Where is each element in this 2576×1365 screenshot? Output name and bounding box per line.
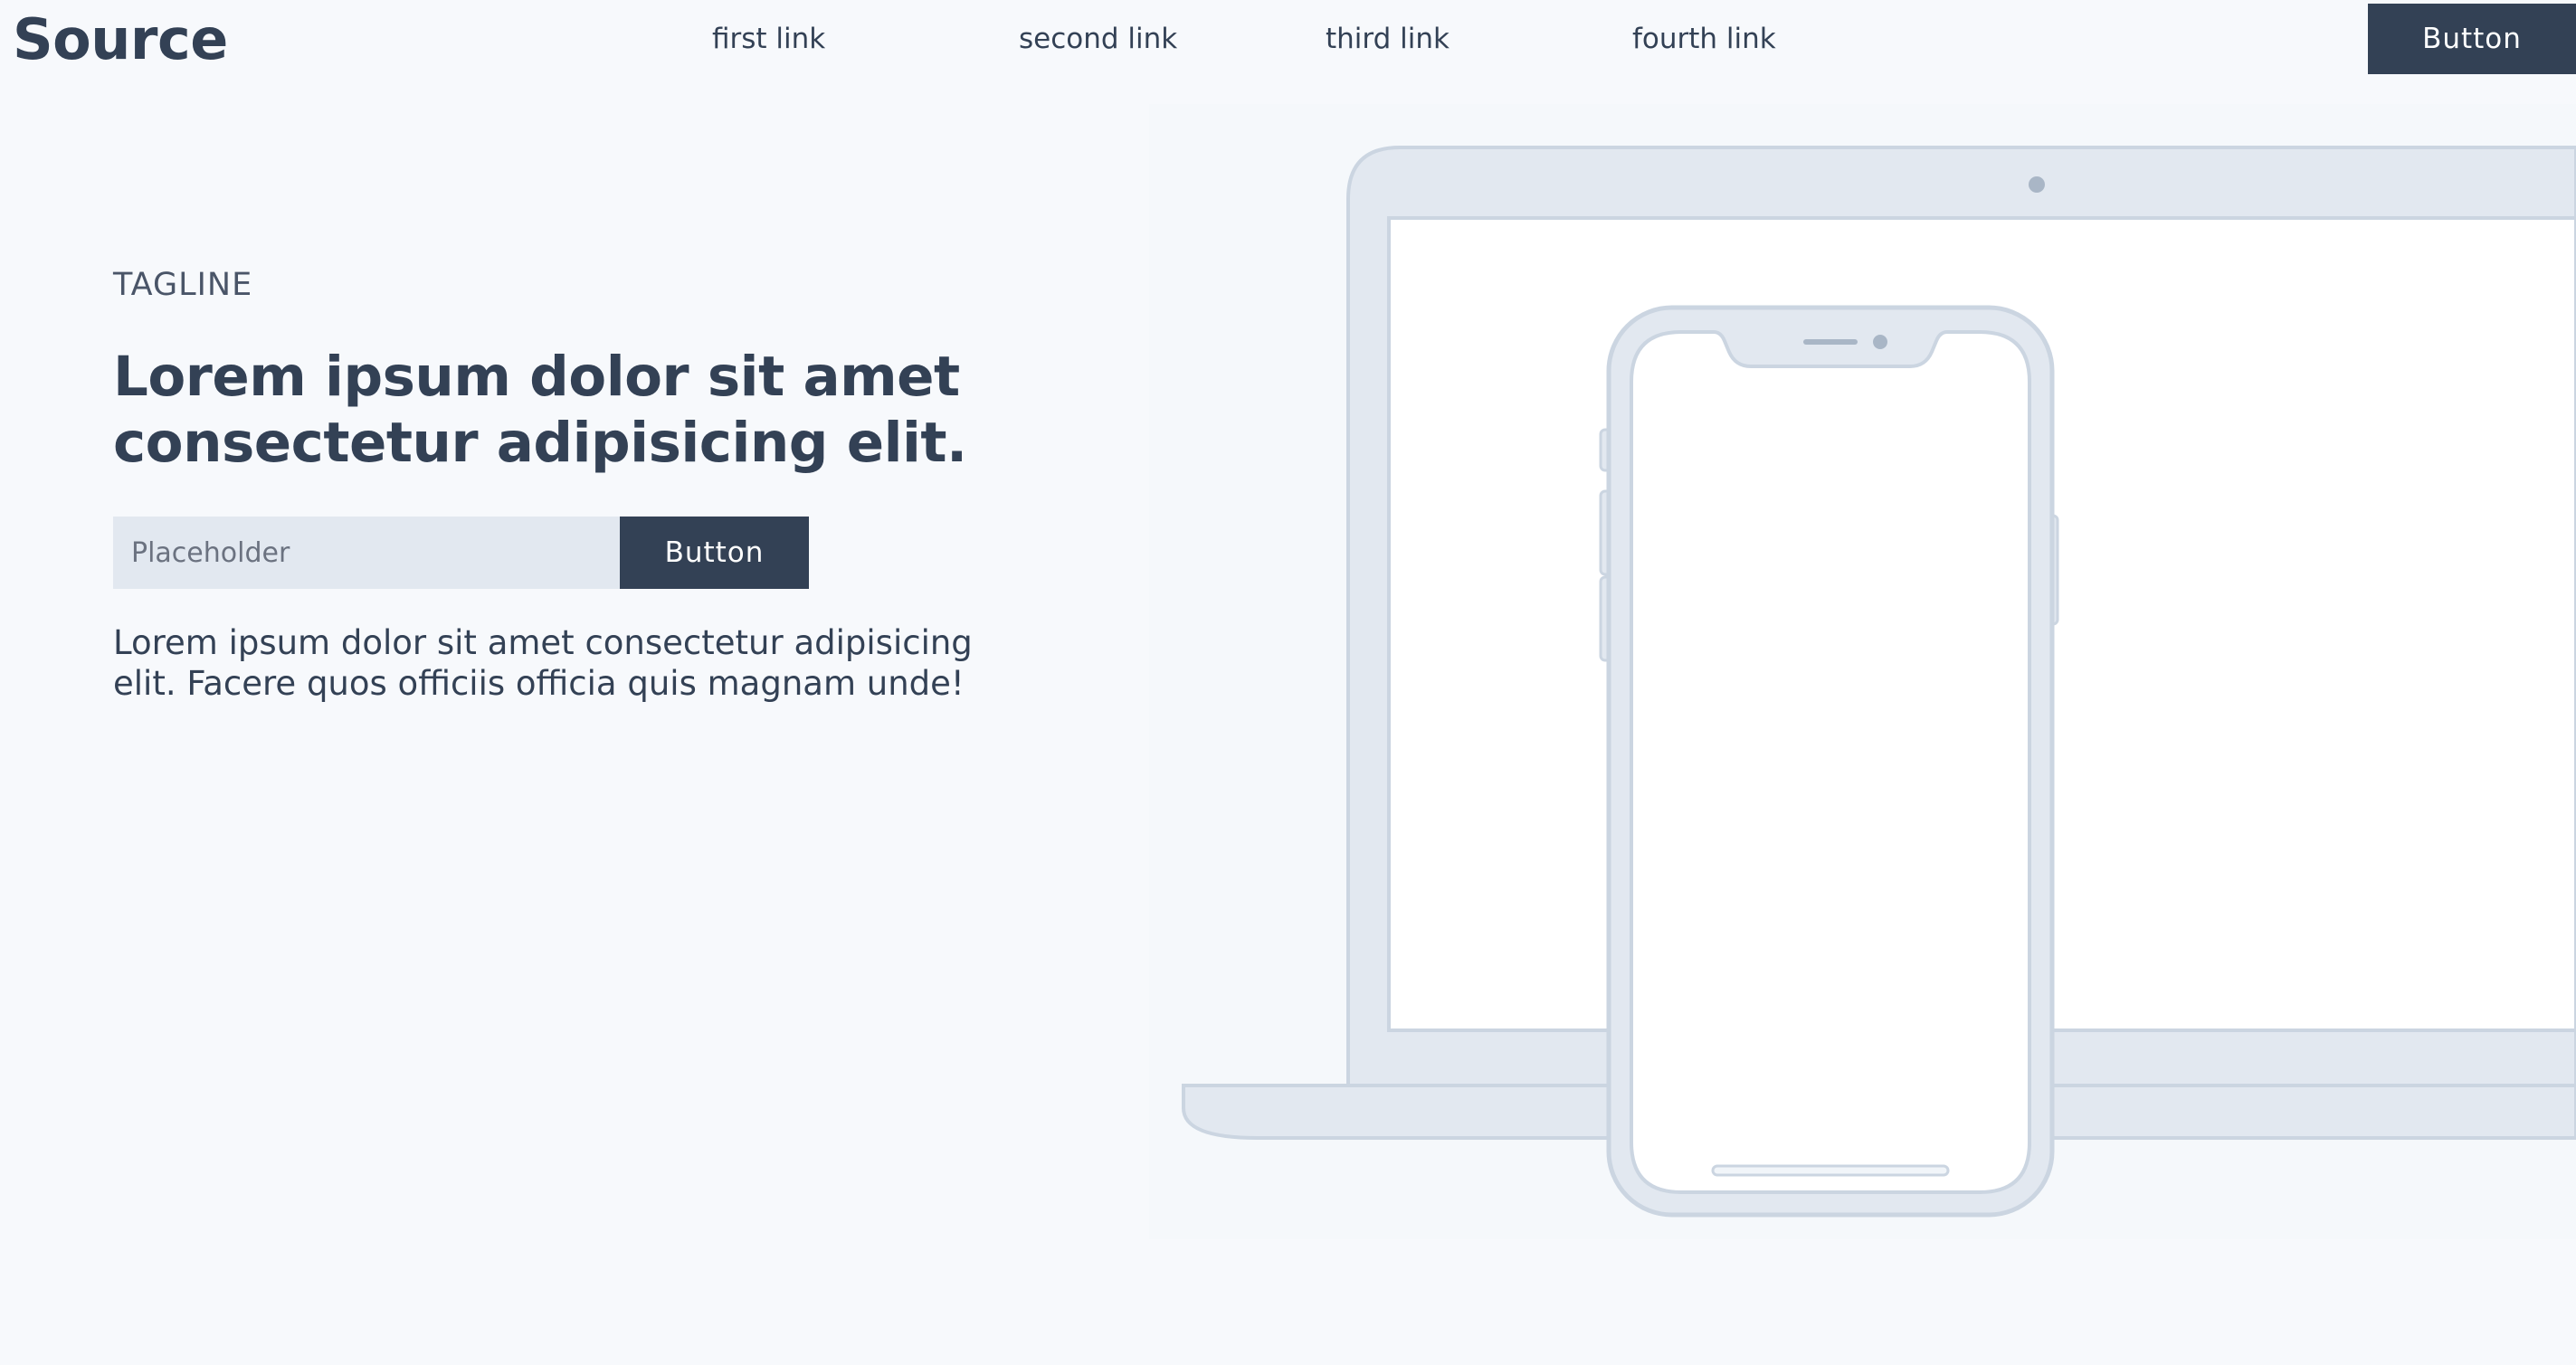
hero-description-line-1: Lorem ipsum dolor sit amet consectetur a… bbox=[113, 623, 973, 662]
hero-headline: Lorem ipsum dolor sit amet consectetur a… bbox=[113, 344, 1018, 476]
hero-description: Lorem ipsum dolor sit amet consectetur a… bbox=[113, 622, 1018, 704]
nav-link-first[interactable]: first link bbox=[712, 20, 825, 58]
hero-input[interactable] bbox=[113, 517, 620, 589]
smartphone-camera bbox=[1873, 335, 1887, 349]
nav-link-second[interactable]: second link bbox=[1019, 20, 1177, 58]
hero-illustration bbox=[1149, 104, 2576, 1239]
brand-logo[interactable]: Source bbox=[13, 5, 228, 74]
smartphone-illustration bbox=[1599, 305, 2059, 1218]
nav-link-third[interactable]: third link bbox=[1326, 20, 1450, 58]
nav-cta-button[interactable]: Button bbox=[2368, 4, 2576, 74]
nav-link-fourth[interactable]: fourth link bbox=[1632, 20, 1776, 58]
hero-tagline: TAGLINE bbox=[113, 267, 253, 303]
laptop-camera bbox=[2029, 176, 2045, 193]
smartphone-screen bbox=[1630, 330, 2031, 1194]
hero-headline-line-1: Lorem ipsum dolor sit amet bbox=[113, 345, 960, 409]
hero-submit-button[interactable]: Button bbox=[620, 517, 809, 589]
smartphone-home-indicator bbox=[1711, 1164, 1950, 1177]
hero-headline-line-2: consectetur adipisicing elit. bbox=[113, 411, 967, 475]
smartphone-speaker bbox=[1803, 339, 1858, 345]
hero-description-line-2: elit. Facere quos officiis officia quis … bbox=[113, 664, 965, 703]
page: Source first link second link third link… bbox=[0, 0, 2576, 1365]
